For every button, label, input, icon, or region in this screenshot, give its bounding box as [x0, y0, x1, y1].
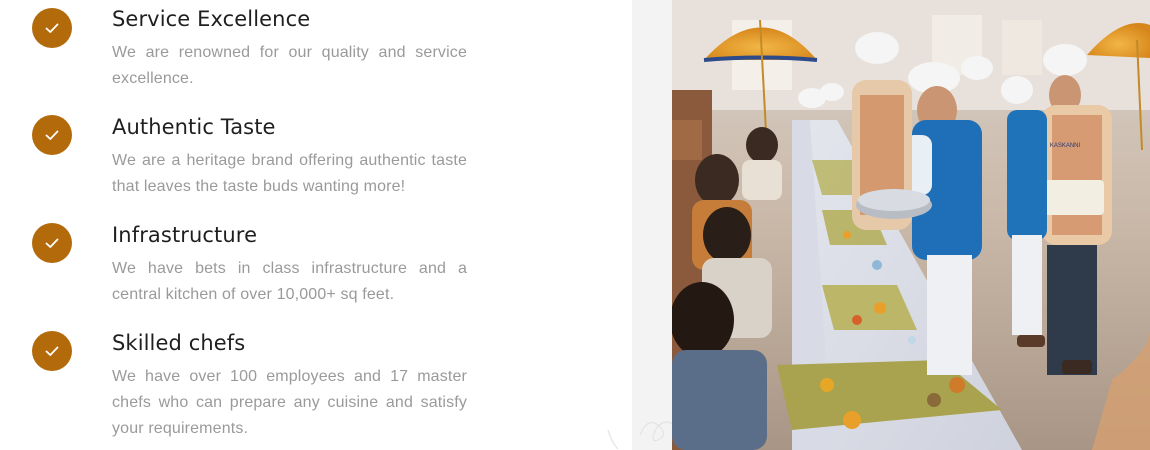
check-icon — [32, 8, 72, 48]
check-icon — [32, 331, 72, 371]
feature-description: We are renowned for our quality and serv… — [112, 44, 467, 87]
feature-description: We are a heritage brand offering authent… — [112, 152, 467, 195]
features-section: Service Excellence We are renowned for o… — [0, 0, 632, 450]
feature-description: We have over 100 employees and 17 master… — [112, 368, 467, 437]
feature-title: Authentic Taste — [112, 115, 276, 139]
feature-title: Skilled chefs — [112, 331, 246, 355]
feature-title: Service Excellence — [112, 7, 311, 31]
check-icon — [32, 223, 72, 263]
feature-title: Infrastructure — [112, 223, 258, 247]
feature-description: We have bets in class infrastructure and… — [112, 260, 467, 303]
catering-service-photo: KASKANNI — [672, 0, 1150, 450]
apron-label: KASKANNI — [1050, 143, 1081, 149]
decorative-divider-band — [632, 0, 672, 450]
check-icon — [32, 115, 72, 155]
